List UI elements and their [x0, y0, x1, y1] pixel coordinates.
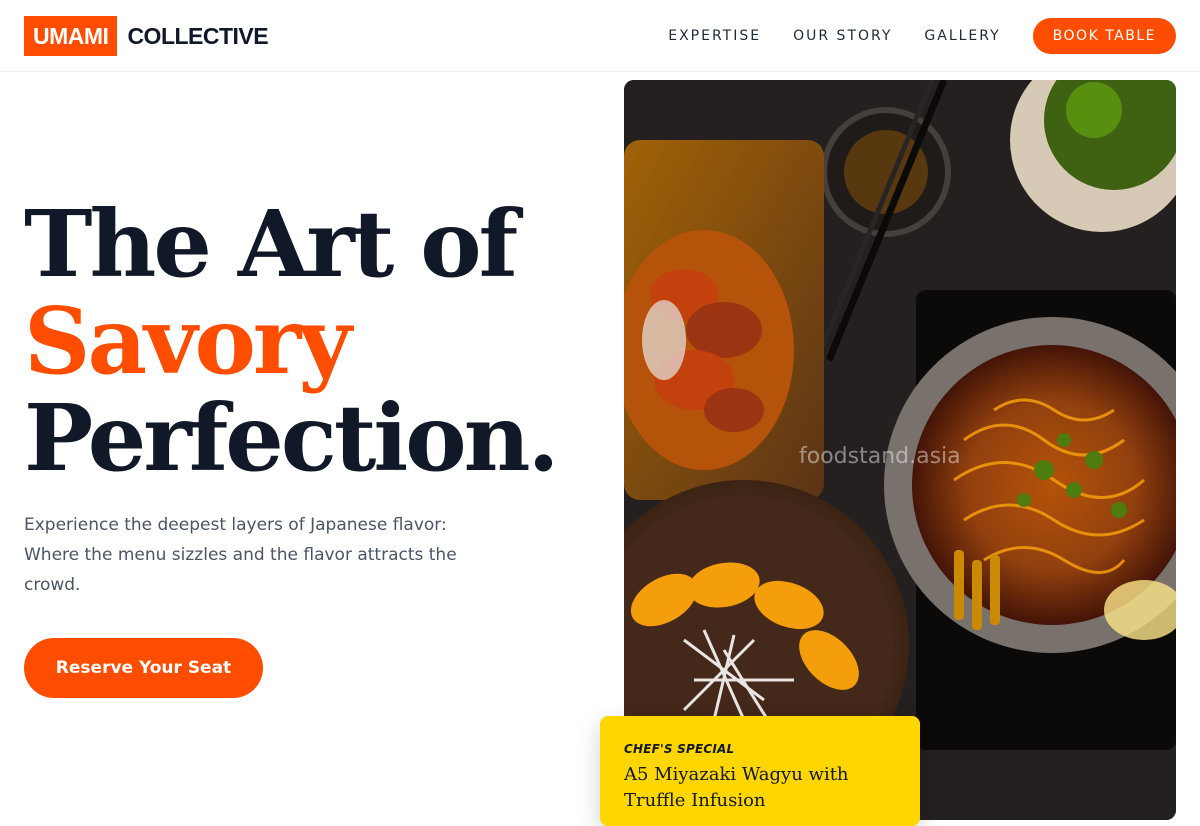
- brand-logo[interactable]: UMAMI COLLECTIVE: [24, 16, 269, 56]
- photo-watermark: foodstand.asia: [799, 444, 961, 469]
- food-photo: foodstand.asia: [624, 80, 1176, 820]
- main-nav: EXPERTISE OUR STORY GALLERY BOOK TABLE: [668, 18, 1176, 54]
- hero-title-line-1: The Art of: [24, 190, 518, 298]
- special-title: A5 Miyazaki Wagyu with Truffle Infusion: [624, 764, 849, 811]
- reserve-seat-button[interactable]: Reserve Your Seat: [24, 638, 263, 698]
- hero-title-line-3: Perfection.: [24, 384, 560, 492]
- hero-title: The Art of Savory Perfection.: [24, 196, 584, 487]
- nav-link-expertise[interactable]: EXPERTISE: [668, 28, 761, 44]
- chefs-special-card: CHEF'S SPECIAL A5 Miyazaki Wagyu with Tr…: [600, 716, 920, 826]
- special-kicker: CHEF'S SPECIAL: [624, 742, 735, 756]
- book-table-button[interactable]: BOOK TABLE: [1032, 18, 1176, 54]
- site-header: UMAMI COLLECTIVE EXPERTISE OUR STORY GAL…: [0, 0, 1200, 72]
- nav-link-gallery[interactable]: GALLERY: [924, 28, 1000, 44]
- food-photo-illustration: foodstand.asia: [624, 80, 1176, 820]
- hero-title-accent: Savory: [24, 287, 352, 395]
- logo-wordmark: COLLECTIVE: [127, 22, 269, 49]
- nav-link-our-story[interactable]: OUR STORY: [793, 28, 892, 44]
- hero-subtitle: Experience the deepest layers of Japanes…: [24, 515, 457, 595]
- logo-mark: UMAMI: [24, 16, 118, 56]
